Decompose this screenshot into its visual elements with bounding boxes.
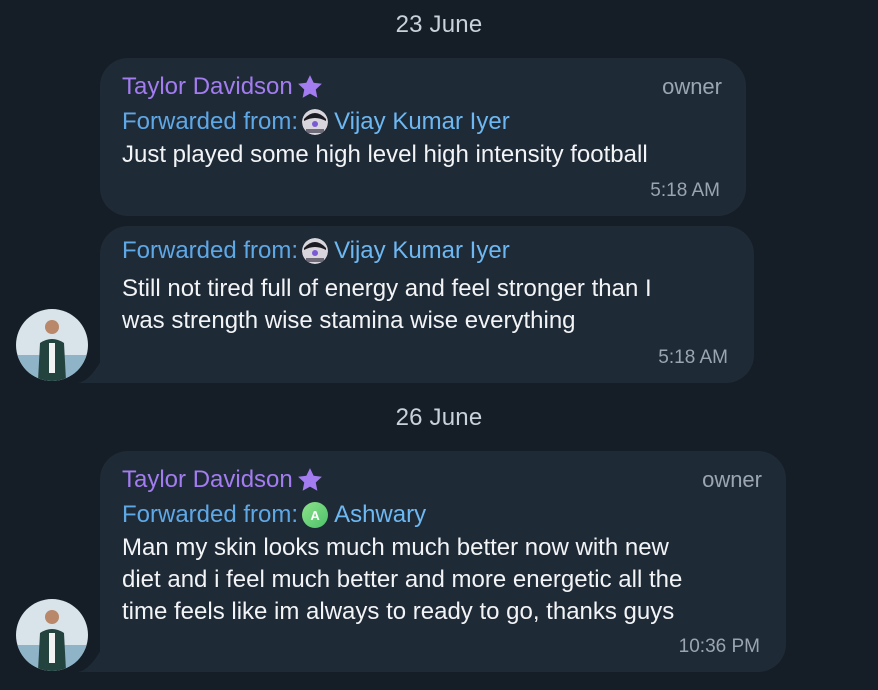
forwarded-header: Forwarded from: Vijay Kumar Iyer [122,237,510,265]
avatar[interactable] [16,599,88,671]
message-text: Just played some high level high intensi… [122,141,648,168]
message-bubble[interactable]: Taylor Davidson owner Forwarded from: Vi… [100,58,746,216]
forwarded-header: Forwarded from: A Ashwary [122,501,426,529]
role-badge: owner [702,467,762,492]
sender-header: Taylor Davidson [122,465,325,495]
message-bubble[interactable]: Taylor Davidson owner Forwarded from: A … [78,451,786,672]
forward-source-avatar[interactable] [302,238,329,264]
message-text-line: was strength wise stamina wise everythin… [122,307,576,334]
message-text-line: time feels like im always to ready to go… [122,598,675,625]
forward-source-name[interactable]: Vijay Kumar Iyer [334,108,510,136]
role-badge: owner [662,74,722,99]
forwarded-label: Forwarded from: [122,237,299,264]
message-text-line: Man my skin looks much much better now w… [122,534,669,561]
avatar[interactable] [16,309,88,381]
forwarded-label: Forwarded from: [122,108,299,135]
message-time: 5:18 AM [650,180,720,201]
star-icon [295,72,325,102]
forward-source-name[interactable]: Vijay Kumar Iyer [334,237,510,265]
date-separator: 26 June [395,404,483,431]
star-icon [295,465,325,495]
forward-source-avatar[interactable]: A [302,502,329,528]
sender-name[interactable]: Taylor Davidson [122,466,293,494]
sender-header: Taylor Davidson [122,72,325,102]
forward-source-name[interactable]: Ashwary [334,501,426,529]
message-text-line: Still not tired full of energy and feel … [122,275,652,302]
message-time: 5:18 AM [658,347,728,368]
message-bubble[interactable]: Forwarded from: Vijay Kumar Iyer Still n… [78,226,754,383]
forward-source-avatar[interactable] [302,109,329,135]
message-time: 10:36 PM [678,636,760,657]
message-text-line: diet and i feel much better and more ene… [122,566,683,593]
forwarded-label: Forwarded from: [122,501,299,528]
sender-name[interactable]: Taylor Davidson [122,73,293,101]
date-separator: 23 June [395,11,483,38]
forwarded-header: Forwarded from: Vijay Kumar Iyer [122,108,510,136]
